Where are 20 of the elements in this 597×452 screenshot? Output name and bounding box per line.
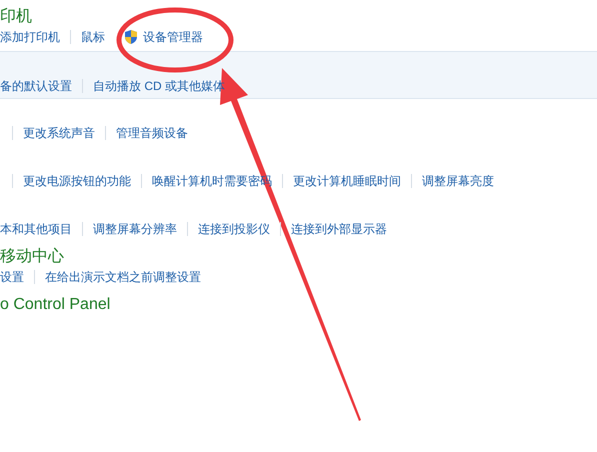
settings-link[interactable]: 设备管理器 xyxy=(123,28,203,46)
settings-link[interactable]: 添加打印机 xyxy=(0,28,60,46)
section-title[interactable]: 移动中心 xyxy=(0,249,64,265)
settings-link[interactable]: 鼠标 xyxy=(81,28,105,46)
section-title[interactable]: o Control Panel xyxy=(0,297,110,313)
settings-link[interactable]: 调整屏幕亮度 xyxy=(422,172,494,190)
settings-link[interactable]: 备的默认设置 xyxy=(0,77,72,95)
settings-link[interactable]: 连接到外部显示器 xyxy=(291,220,387,238)
settings-link[interactable]: 设置 xyxy=(0,268,24,286)
settings-link[interactable]: 更改电源按钮的功能 xyxy=(23,172,131,190)
settings-link[interactable]: 连接到投影仪 xyxy=(198,220,270,238)
settings-link[interactable]: 在给出演示文档之前调整设置 xyxy=(45,268,201,286)
settings-link[interactable]: 唤醒计算机时需要密码 xyxy=(152,172,272,190)
settings-link[interactable]: 调整屏幕分辨率 xyxy=(93,220,177,238)
settings-link[interactable]: 更改系统声音 xyxy=(23,124,95,142)
settings-link[interactable]: 管理音频设备 xyxy=(116,124,188,142)
shield-icon xyxy=(123,29,139,45)
settings-link[interactable]: 本和其他项目 xyxy=(0,220,72,238)
section-title[interactable]: 印机 xyxy=(0,9,32,25)
settings-link[interactable]: 更改计算机睡眠时间 xyxy=(293,172,401,190)
